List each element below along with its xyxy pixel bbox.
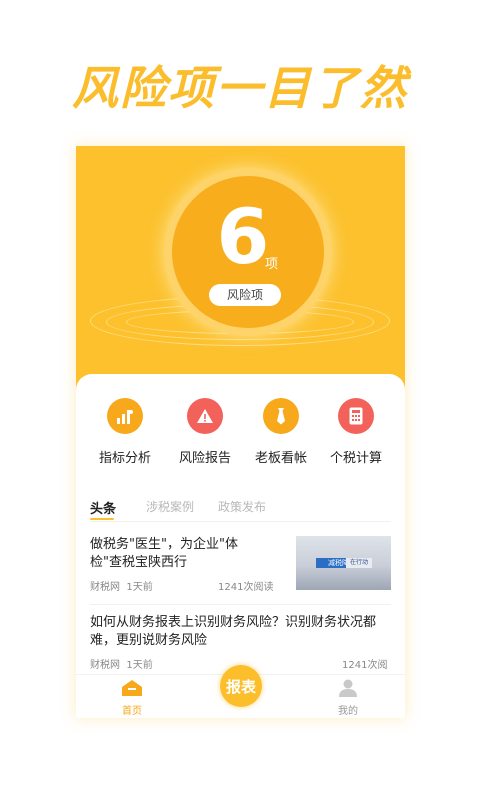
news-time: 1天前 <box>126 582 153 593</box>
tool-grid: 指标分析 风险报告 老板看帐 个税计算 <box>76 398 405 468</box>
calculator-icon <box>338 398 374 434</box>
news-thumbnail: 减税降费 在行动 <box>296 536 391 590</box>
home-icon <box>122 680 142 696</box>
report-button[interactable]: 报表 <box>220 665 262 707</box>
news-meta: 财税网 1天前 <box>90 656 153 671</box>
warning-icon <box>187 398 223 434</box>
user-icon <box>339 679 357 697</box>
tab-mine[interactable]: 我的 <box>318 679 378 717</box>
news-tabs: 头条 涉税案例 政策发布 <box>90 498 391 522</box>
news-reads: 1241次阅读 <box>218 582 274 593</box>
tool-indicator-analysis[interactable]: 指标分析 <box>90 398 160 466</box>
divider <box>90 604 391 605</box>
news-title: 做税务"医生"，为企业"体检"查税宝陕西行 <box>90 537 238 570</box>
news-source: 财税网 <box>90 660 120 671</box>
tool-label: 老板看帐 <box>254 451 307 466</box>
news-source: 财税网 <box>90 582 120 593</box>
risk-unit: 项 <box>265 257 279 272</box>
tool-label: 个税计算 <box>329 451 382 466</box>
risk-hero: 6 项 风险项 <box>76 146 405 408</box>
tab-policy[interactable]: 政策发布 <box>218 498 266 515</box>
risk-items-button[interactable]: 风险项 <box>209 284 281 306</box>
tool-label: 指标分析 <box>98 451 151 466</box>
news-meta: 财税网 1天前 <box>90 578 153 593</box>
headline: 风险项一目了然 <box>72 61 408 115</box>
tab-tax-cases[interactable]: 涉税案例 <box>146 498 194 515</box>
tab-label: 首页 <box>122 706 142 717</box>
bottom-tab-bar: 首页 报表 我的 <box>76 665 405 718</box>
news-time: 1天前 <box>126 660 153 671</box>
tool-income-tax-calc[interactable]: 个税计算 <box>321 398 391 466</box>
tab-label: 我的 <box>338 706 358 717</box>
bar-chart-icon <box>107 398 143 434</box>
phone-screen: 6 项 风险项 指标分析 风险报告 老板看帐 个税计算 头条 涉税案例 政策发布… <box>76 146 405 718</box>
news-title: 如何从财务报表上识别财务风险？识别财务状况都难，更别说财务风险 <box>90 615 377 648</box>
tab-active-indicator <box>90 518 114 520</box>
news-item[interactable]: 如何从财务报表上识别财务风险？识别财务状况都难，更别说财务风险 财税网 1天前 … <box>90 614 391 686</box>
tie-icon <box>263 398 299 434</box>
news-item[interactable]: 做税务"医生"，为企业"体检"查税宝陕西行 财税网 1天前 1241次阅读 减税… <box>90 536 391 593</box>
tab-home[interactable]: 首页 <box>102 679 162 717</box>
tab-headlines[interactable]: 头条 <box>90 498 116 517</box>
tool-risk-report[interactable]: 风险报告 <box>170 398 240 466</box>
thumbnail-caption-2: 在行动 <box>346 558 372 568</box>
tool-label: 风险报告 <box>178 451 231 466</box>
tool-boss-accounts[interactable]: 老板看帐 <box>246 398 316 466</box>
risk-count: 6 <box>216 192 270 281</box>
